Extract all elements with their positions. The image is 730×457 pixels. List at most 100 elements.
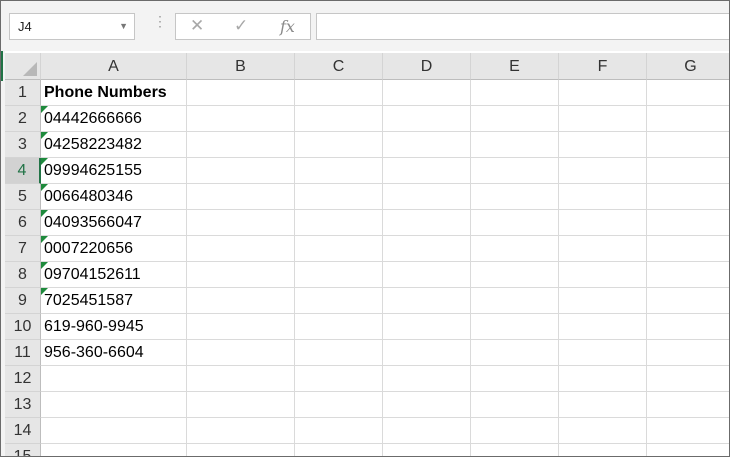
cell-d2[interactable] [383,106,471,132]
cell-f13[interactable] [559,392,647,418]
column-header-d[interactable]: D [383,53,471,80]
cell-g10[interactable] [647,314,729,340]
row-header[interactable]: 2 [5,106,41,132]
row-header[interactable]: 15 [5,444,41,456]
cell-f12[interactable] [559,366,647,392]
cell-b15[interactable] [187,444,295,456]
cell-e2[interactable] [471,106,559,132]
cell-e8[interactable] [471,262,559,288]
cell-f2[interactable] [559,106,647,132]
cell-g5[interactable] [647,184,729,210]
cell-d3[interactable] [383,132,471,158]
check-icon[interactable]: ✓ [234,16,248,36]
cell-d1[interactable] [383,80,471,106]
cell-g8[interactable] [647,262,729,288]
cell-g7[interactable] [647,236,729,262]
cell-f1[interactable] [559,80,647,106]
cell-g13[interactable] [647,392,729,418]
cell-d13[interactable] [383,392,471,418]
cell-f3[interactable] [559,132,647,158]
cell-g6[interactable] [647,210,729,236]
cell-e5[interactable] [471,184,559,210]
cell-c9[interactable] [295,288,383,314]
cell-c12[interactable] [295,366,383,392]
cell-d15[interactable] [383,444,471,456]
cell-a15[interactable] [41,444,187,456]
cell-b12[interactable] [187,366,295,392]
cell-e10[interactable] [471,314,559,340]
row-header[interactable]: 9 [5,288,41,314]
cell-d14[interactable] [383,418,471,444]
cell-g9[interactable] [647,288,729,314]
cell-d11[interactable] [383,340,471,366]
cell-b13[interactable] [187,392,295,418]
column-header-f[interactable]: F [559,53,647,80]
cell-b8[interactable] [187,262,295,288]
cell-e7[interactable] [471,236,559,262]
cell-d6[interactable] [383,210,471,236]
cell-b3[interactable] [187,132,295,158]
cell-e4[interactable] [471,158,559,184]
cell-g14[interactable] [647,418,729,444]
column-header-g[interactable]: G [647,53,729,80]
name-box[interactable]: J4 ▼ [9,13,135,40]
row-header[interactable]: 8 [5,262,41,288]
cell-a3[interactable]: 04258223482 [41,132,187,158]
cell-c2[interactable] [295,106,383,132]
row-header[interactable]: 3 [5,132,41,158]
cell-b2[interactable] [187,106,295,132]
cell-a10[interactable]: 619-960-9945 [41,314,187,340]
cell-f8[interactable] [559,262,647,288]
cell-g3[interactable] [647,132,729,158]
cell-d7[interactable] [383,236,471,262]
row-header[interactable]: 11 [5,340,41,366]
row-header[interactable]: 6 [5,210,41,236]
cell-a13[interactable] [41,392,187,418]
cell-g11[interactable] [647,340,729,366]
formula-input[interactable] [316,13,729,40]
cell-e11[interactable] [471,340,559,366]
select-all-button[interactable] [5,53,41,80]
cell-g15[interactable] [647,444,729,456]
cell-f9[interactable] [559,288,647,314]
chevron-down-icon[interactable]: ▼ [119,14,128,39]
cell-a5[interactable]: 0066480346 [41,184,187,210]
cell-e6[interactable] [471,210,559,236]
row-header[interactable]: 4 [5,158,41,184]
cell-c4[interactable] [295,158,383,184]
cell-f5[interactable] [559,184,647,210]
cell-a8[interactable]: 09704152611 [41,262,187,288]
row-header[interactable]: 1 [5,80,41,106]
cell-a7[interactable]: 0007220656 [41,236,187,262]
cell-c7[interactable] [295,236,383,262]
cell-a11[interactable]: 956-360-6604 [41,340,187,366]
cell-e15[interactable] [471,444,559,456]
row-header[interactable]: 10 [5,314,41,340]
cell-a6[interactable]: 04093566047 [41,210,187,236]
cell-e12[interactable] [471,366,559,392]
cell-a4[interactable]: 09994625155 [41,158,187,184]
cell-f6[interactable] [559,210,647,236]
cell-d5[interactable] [383,184,471,210]
cell-c15[interactable] [295,444,383,456]
column-header-e[interactable]: E [471,53,559,80]
cell-g2[interactable] [647,106,729,132]
cell-d12[interactable] [383,366,471,392]
cell-g1[interactable] [647,80,729,106]
cell-c1[interactable] [295,80,383,106]
cell-e14[interactable] [471,418,559,444]
cell-a12[interactable] [41,366,187,392]
cell-c6[interactable] [295,210,383,236]
cell-b1[interactable] [187,80,295,106]
cell-g12[interactable] [647,366,729,392]
cell-b9[interactable] [187,288,295,314]
cell-f4[interactable] [559,158,647,184]
cell-a2[interactable]: 04442666666 [41,106,187,132]
cell-b5[interactable] [187,184,295,210]
cell-b10[interactable] [187,314,295,340]
cell-c13[interactable] [295,392,383,418]
cell-c11[interactable] [295,340,383,366]
row-header[interactable]: 5 [5,184,41,210]
cell-e3[interactable] [471,132,559,158]
cell-a14[interactable] [41,418,187,444]
